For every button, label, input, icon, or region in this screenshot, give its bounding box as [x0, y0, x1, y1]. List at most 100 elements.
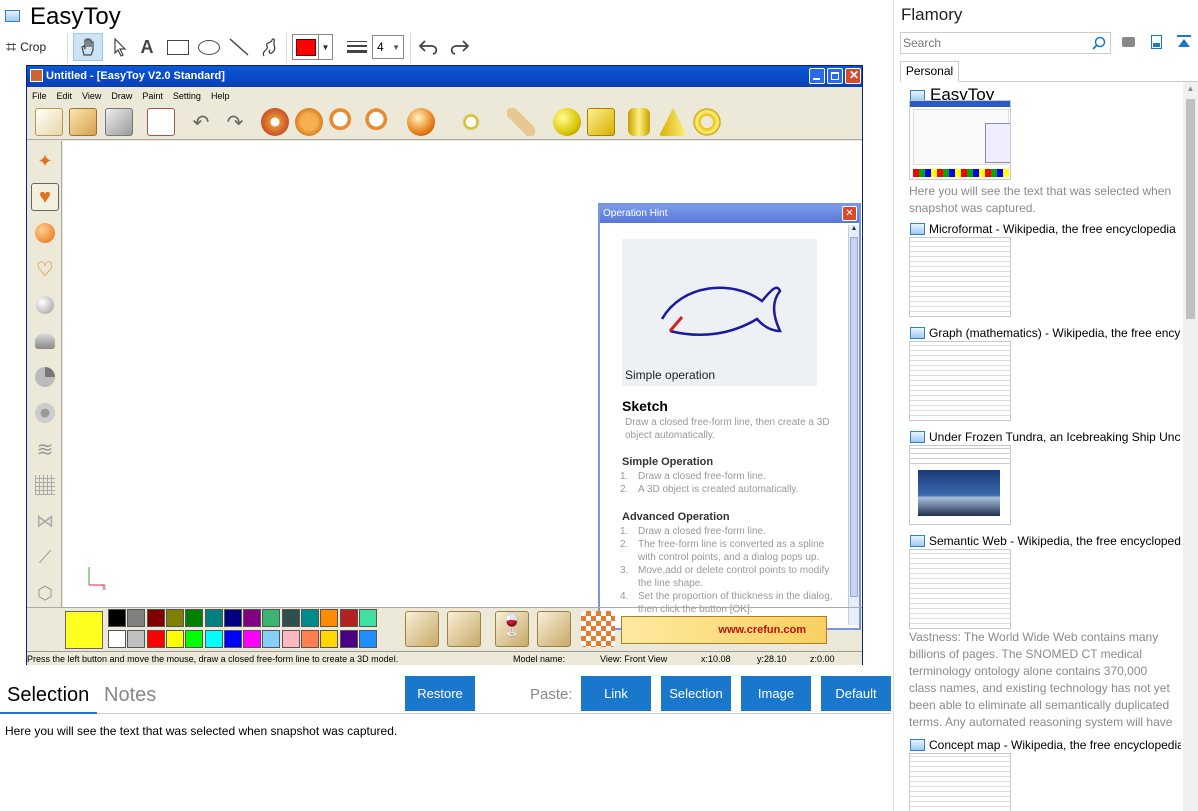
snapshot-thumbnail[interactable]	[909, 237, 1011, 317]
paste-image-button[interactable]: Image	[741, 676, 811, 711]
menu-item[interactable]: View	[77, 87, 106, 103]
tab-selection[interactable]: Selection	[7, 684, 89, 707]
hint-close-button[interactable]: ✕	[842, 206, 857, 221]
dog-icon[interactable]	[147, 108, 175, 136]
palette-swatch[interactable]	[223, 630, 242, 648]
snapshot-thumbnail[interactable]	[909, 753, 1011, 811]
torus-icon[interactable]	[693, 108, 721, 136]
drumstick-icon[interactable]	[537, 611, 571, 647]
palette-swatch[interactable]	[108, 630, 126, 648]
sidebar-item-title[interactable]: Under Frozen Tundra, an Icebreaking Ship…	[929, 430, 1181, 444]
scroll-up-icon[interactable]: ▲	[1183, 84, 1198, 93]
menu-item[interactable]: Help	[206, 87, 235, 103]
palette-swatch[interactable]	[185, 630, 204, 648]
palette-swatch[interactable]	[165, 630, 184, 648]
collapse-up-icon[interactable]	[1176, 35, 1192, 49]
search-input[interactable]	[903, 35, 1083, 51]
palette-swatch[interactable]	[243, 630, 262, 648]
palette-swatch[interactable]	[204, 609, 223, 627]
menu-item[interactable]: Setting	[168, 87, 206, 103]
open-book-icon[interactable]	[69, 108, 97, 136]
snapshot-thumbnail[interactable]	[909, 549, 1011, 629]
palette-swatch[interactable]	[281, 609, 300, 627]
crefun-banner[interactable]: www.crefun.com	[621, 616, 827, 644]
heart-outline-icon[interactable]: ♡	[31, 255, 59, 283]
flower-icon[interactable]	[261, 108, 289, 136]
sphere-grid-icon[interactable]	[407, 108, 435, 136]
color-picker-button[interactable]: ▼	[292, 34, 333, 60]
undo-icon[interactable]: ↶	[187, 108, 215, 136]
bend-icon[interactable]: ⟋	[31, 543, 59, 571]
palette-swatch[interactable]	[146, 609, 165, 627]
eyes-icon[interactable]	[457, 108, 485, 136]
search-icon[interactable]	[1092, 36, 1106, 50]
palette-swatch[interactable]	[127, 609, 146, 627]
palette-swatch[interactable]	[281, 630, 300, 648]
palette-swatch[interactable]	[127, 630, 146, 648]
menu-item[interactable]: File	[27, 87, 52, 103]
sphere-icon[interactable]	[553, 108, 581, 136]
wine-glass-icon[interactable]: 🍷	[495, 611, 529, 647]
paint-brush-icon[interactable]	[405, 611, 439, 647]
waves-icon[interactable]: ≋	[31, 435, 59, 463]
palette-swatch[interactable]	[339, 630, 358, 648]
camera-icon[interactable]	[1122, 37, 1135, 47]
palette-swatch[interactable]	[320, 609, 339, 627]
pointer-tool-button[interactable]	[108, 34, 132, 60]
ruler-icon[interactable]	[507, 108, 535, 136]
orange-ball-icon[interactable]	[31, 219, 59, 247]
palette-swatch[interactable]	[358, 630, 377, 648]
paste-default-button[interactable]: Default	[821, 676, 891, 711]
gray-shape-4-icon[interactable]	[31, 399, 59, 427]
ellipse-tool-button[interactable]	[195, 34, 223, 60]
palette-swatch[interactable]	[146, 630, 165, 648]
gray-shape-2-icon[interactable]	[31, 327, 59, 355]
tab-notes[interactable]: Notes	[104, 684, 156, 707]
new-file-icon[interactable]	[35, 108, 63, 136]
palette-swatch[interactable]	[108, 609, 126, 627]
palette-swatch[interactable]	[339, 609, 358, 627]
tab-personal[interactable]: Personal	[900, 61, 959, 82]
selection-text[interactable]: Here you will see the text that was sele…	[5, 724, 397, 738]
hint-scrollbar[interactable]: ▲	[848, 225, 859, 625]
palette-swatch[interactable]	[165, 609, 184, 627]
sidebar-item-title[interactable]: Semantic Web - Wikipedia, the free encyc…	[929, 534, 1181, 548]
line-tool-button[interactable]	[226, 34, 252, 60]
grid-icon[interactable]	[31, 471, 59, 499]
hand-tool-button[interactable]	[73, 33, 103, 61]
cone-icon[interactable]	[659, 108, 687, 136]
palette-swatch[interactable]	[320, 630, 339, 648]
document-icon[interactable]	[1151, 35, 1162, 49]
sidebar-item-title[interactable]: Microformat - Wikipedia, the free encycl…	[929, 222, 1181, 236]
cube-gray-icon[interactable]	[105, 108, 133, 136]
undo-button[interactable]	[416, 34, 442, 60]
paint-brush-2-icon[interactable]	[447, 611, 481, 647]
zoom-in-icon[interactable]	[329, 108, 357, 136]
palette-swatch[interactable]	[223, 609, 242, 627]
menu-item[interactable]: Draw	[106, 87, 137, 103]
palette-swatch[interactable]	[204, 630, 223, 648]
restore-button[interactable]: Restore	[405, 676, 475, 711]
zoom-out-icon[interactable]	[365, 108, 393, 136]
palette-swatch[interactable]	[262, 630, 281, 648]
cylinder-icon[interactable]	[628, 108, 650, 136]
wand-icon[interactable]: ✦	[31, 147, 59, 175]
sketch-heart-icon[interactable]: ♥	[31, 183, 59, 211]
palette-swatch[interactable]	[185, 609, 204, 627]
search-box[interactable]	[900, 32, 1111, 54]
palette-swatch[interactable]	[301, 630, 319, 648]
checker-texture-icon[interactable]	[581, 611, 615, 647]
snapshot-thumbnail[interactable]	[909, 100, 1011, 180]
line-width-select[interactable]: 4 ▼	[372, 35, 404, 59]
crop-button[interactable]: ⌗ Crop	[6, 36, 58, 58]
freehand-tool-button[interactable]	[256, 34, 282, 60]
current-fill-color[interactable]	[65, 611, 103, 649]
cube-icon[interactable]	[587, 108, 615, 136]
sidebar-item-title[interactable]: Graph (mathematics) - Wikipedia, the fre…	[929, 326, 1181, 340]
polygon-icon[interactable]: ⬡	[31, 579, 59, 607]
redo-icon[interactable]: ↷	[221, 108, 249, 136]
close-button[interactable]: ✕	[845, 68, 861, 84]
redo-button[interactable]	[446, 34, 472, 60]
butterfly-icon[interactable]: ⋈	[31, 507, 59, 535]
maximize-button[interactable]	[827, 68, 843, 84]
